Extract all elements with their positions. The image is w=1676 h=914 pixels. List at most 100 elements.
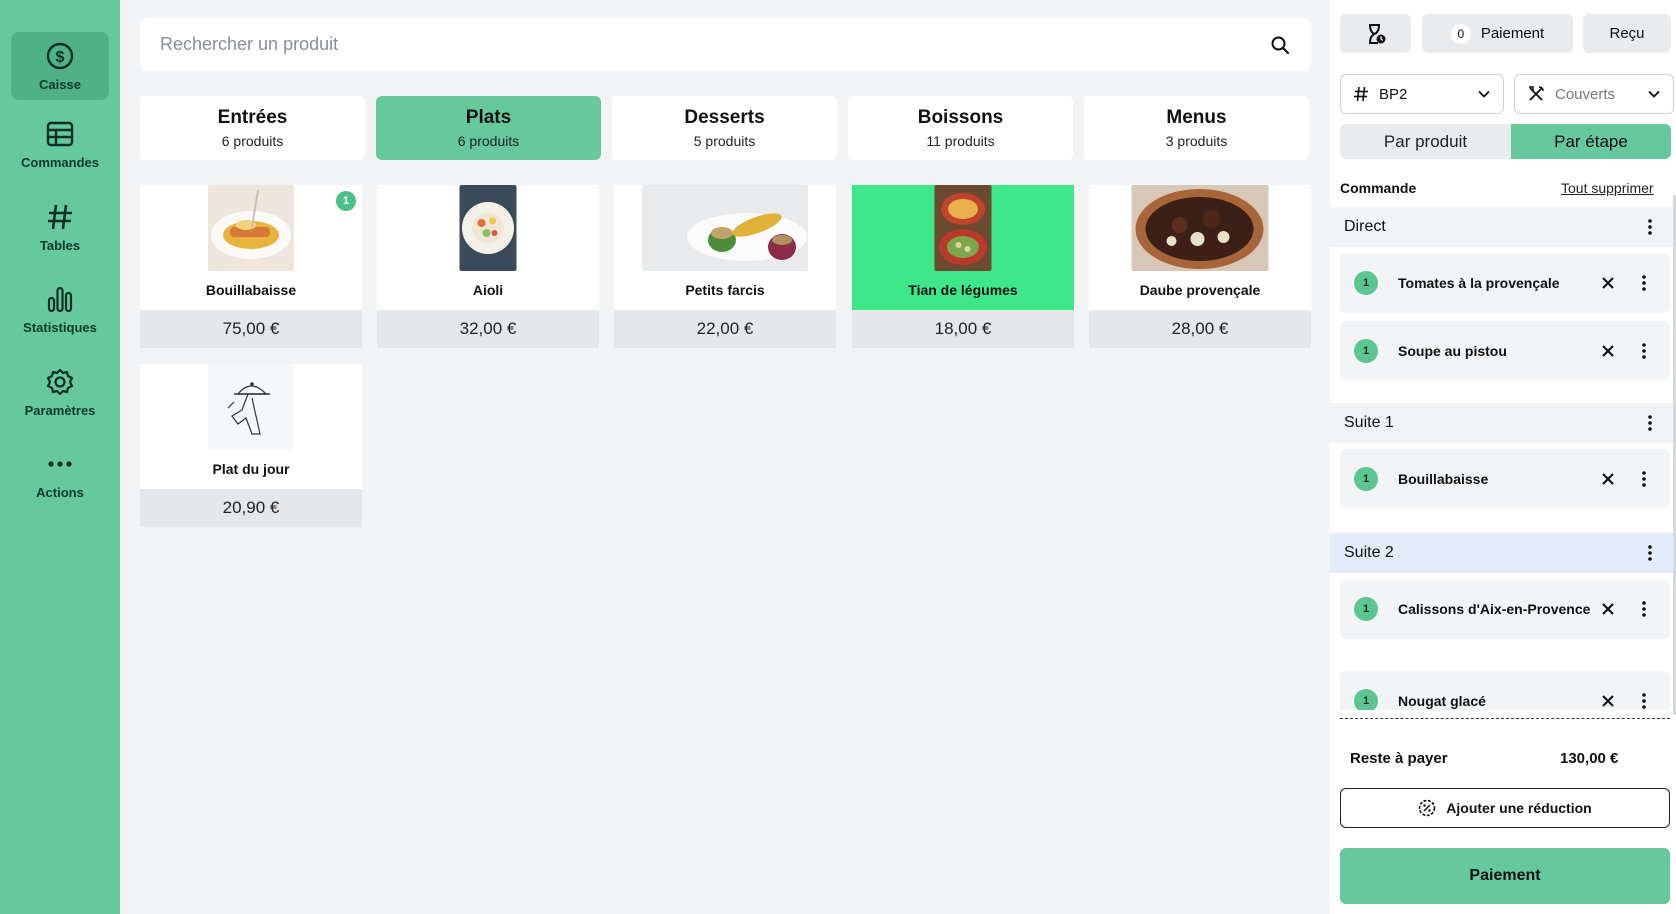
sidebar-item-caisse[interactable]: $ Caisse [11,32,109,100]
more-vertical-icon[interactable] [1638,411,1662,435]
step-title: Suite 2 [1344,544,1394,561]
sidebar-item-label: Paramètres [24,403,96,418]
view-by-step-tab[interactable]: Par étape [1511,124,1671,159]
product-card-aioli[interactable]: Aioli 32,00 € [377,185,599,348]
clear-all-link[interactable]: Tout supprimer [1561,180,1654,196]
payment-top-button[interactable]: 0 Paiement [1422,14,1573,53]
product-card-daube-provencale[interactable]: Daube provençale 28,00 € [1089,185,1311,348]
cutlery-icon [1527,85,1545,103]
sidebar-item-statistiques[interactable]: Statistiques [11,275,109,343]
chevron-down-icon [1647,87,1661,101]
search-icon[interactable] [1269,34,1291,56]
close-icon[interactable] [1596,339,1620,363]
sidebar-item-commandes[interactable]: Commandes [11,110,109,178]
category-desserts[interactable]: Desserts 5 produits [612,96,837,160]
category-name: Desserts [684,107,765,128]
product-price: 18,00 € [852,310,1074,348]
close-icon[interactable] [1596,271,1620,295]
more-vertical-icon[interactable] [1638,215,1662,239]
view-by-product-tab[interactable]: Par produit [1340,124,1511,159]
category-boissons[interactable]: Boissons 11 produits [848,96,1073,160]
timer-button[interactable] [1340,14,1411,53]
product-image [459,185,517,271]
more-vertical-icon[interactable] [1632,271,1656,295]
item-name: Bouillabaisse [1398,471,1489,487]
close-icon[interactable] [1596,467,1620,491]
product-name: Tian de légumes [908,282,1018,298]
item-name: Tomates à la provençale [1398,275,1560,291]
product-name: Bouillabaisse [205,282,297,298]
order-list: Direct 1 Tomates à la provençale 1 Soupe… [1330,207,1676,710]
product-card-bouillabaisse[interactable]: 1 Bouillabaisse 75,00 € [140,185,362,348]
product-name: Daube provençale [1139,282,1261,298]
close-icon[interactable] [1596,689,1620,710]
category-count: 6 produits [457,133,520,149]
order-item[interactable]: 1 Calissons d'Aix-en-Provence [1340,579,1670,639]
item-quantity: 1 [1354,339,1378,363]
order-title: Commande [1340,180,1417,196]
hourglass-icon [1365,23,1387,45]
item-name: Calissons d'Aix-en-Provence [1398,601,1591,617]
table-grid-icon [44,118,76,150]
category-entrees[interactable]: Entrées 6 produits [140,96,365,160]
sidebar-item-label: Tables [39,238,81,253]
add-discount-button[interactable]: Ajouter une réduction [1340,788,1670,828]
category-menus[interactable]: Menus 3 produits [1084,96,1309,160]
more-vertical-icon[interactable] [1632,597,1656,621]
category-plats[interactable]: Plats 6 produits [376,96,601,160]
close-icon[interactable] [1596,597,1620,621]
receipt-button[interactable]: Reçu [1583,14,1671,53]
add-discount-label: Ajouter une réduction [1446,800,1592,816]
hash-icon [44,201,76,233]
step-header-suite-1: Suite 1 [1330,403,1676,443]
item-name: Soupe au pistou [1398,343,1507,359]
chevron-down-icon [1477,87,1491,101]
item-quantity: 1 [1354,689,1378,710]
search-bar [140,18,1311,71]
sidebar-item-tables[interactable]: Tables [11,193,109,261]
search-input[interactable] [160,34,1269,55]
more-vertical-icon[interactable] [1632,339,1656,363]
product-image [208,364,294,450]
product-price: 22,00 € [614,310,836,348]
sidebar-item-label: Caisse [39,77,81,92]
product-card-petits-farcis[interactable]: Petits farcis 22,00 € [614,185,836,348]
item-quantity: 1 [1354,597,1378,621]
order-item[interactable]: 1 Nougat glacé [1340,671,1670,710]
category-count: 3 produits [1165,133,1228,149]
remaining-label: Reste à payer [1350,750,1448,767]
sidebar-item-label: Actions [36,485,84,500]
product-image [1131,185,1269,271]
discount-icon [1418,799,1436,817]
product-card-plat-du-jour[interactable]: Plat du jour 20,90 € [140,364,362,527]
covers-select[interactable]: Couverts [1514,74,1674,114]
category-count: 5 produits [693,133,756,149]
sidebar: $ Caisse Commandes Tables Statistiques P… [0,0,120,914]
sidebar-item-label: Statistiques [23,320,97,335]
product-image [642,185,808,271]
payment-count-badge: 0 [1450,23,1471,44]
pay-button[interactable]: Paiement [1340,848,1670,904]
order-item[interactable]: 1 Tomates à la provençale [1340,253,1670,313]
step-title: Suite 1 [1344,414,1394,431]
gear-icon [44,366,76,398]
sidebar-item-label: Commandes [20,155,100,170]
hash-icon [1353,86,1369,102]
product-name: Plat du jour [212,461,290,477]
svg-text:$: $ [56,49,65,66]
table-select[interactable]: BP2 [1340,74,1504,114]
item-quantity: 1 [1354,271,1378,295]
more-vertical-icon[interactable] [1638,541,1662,565]
bar-chart-icon [44,283,76,315]
order-item[interactable]: 1 Bouillabaisse [1340,449,1670,509]
sidebar-item-actions[interactable]: Actions [11,440,109,508]
covers-placeholder: Couverts [1555,85,1616,103]
receipt-label: Reçu [1609,25,1645,42]
item-name: Nougat glacé [1398,693,1486,709]
sidebar-item-parametres[interactable]: Paramètres [11,358,109,426]
dollar-circle-icon: $ [44,40,76,72]
product-card-tian-de-legumes[interactable]: Tian de légumes 18,00 € [852,185,1074,348]
order-item[interactable]: 1 Soupe au pistou [1340,321,1670,381]
more-vertical-icon[interactable] [1632,467,1656,491]
more-vertical-icon[interactable] [1632,689,1656,710]
